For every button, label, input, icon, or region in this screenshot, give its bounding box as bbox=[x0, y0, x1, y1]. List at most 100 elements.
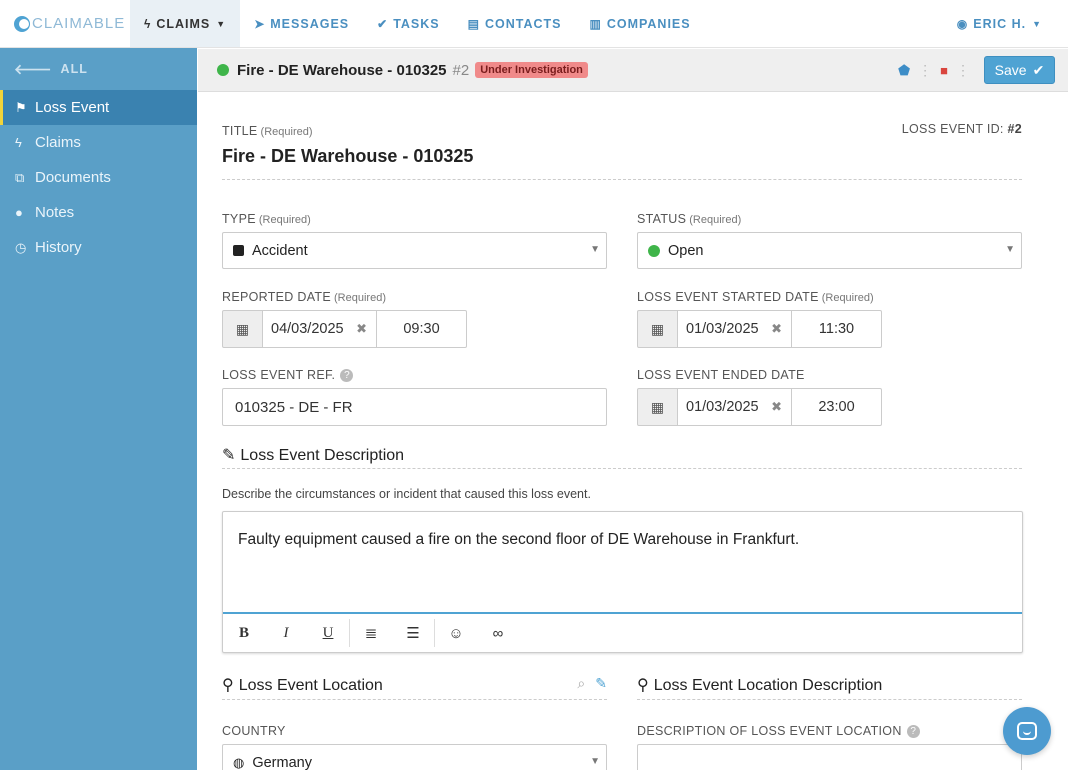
description-textarea[interactable]: Faulty equipment caused a fire on the se… bbox=[223, 512, 1022, 614]
sidebar-item-history[interactable]: ◷ History bbox=[0, 230, 197, 265]
claimable-logo[interactable]: CLAIMABLE bbox=[0, 0, 130, 47]
started-date-value: 01/03/2025 bbox=[686, 321, 759, 337]
record-header: Fire - DE Warehouse - 010325 #2 Under In… bbox=[198, 49, 1068, 92]
caret-down-icon: ▼ bbox=[590, 244, 600, 255]
loss-event-ref-group: LOSS EVENT REF.? 010325 - DE - FR bbox=[222, 366, 607, 426]
ended-date-group: LOSS EVENT ENDED DATE ▦ 01/03/2025 ✖ 23:… bbox=[637, 366, 882, 426]
nav-claims-label: CLAIMS bbox=[156, 16, 211, 31]
sidebar-item-label: Loss Event bbox=[35, 99, 110, 116]
contact-card-icon: ▤ bbox=[467, 16, 480, 31]
globe-icon: ◍ bbox=[233, 754, 245, 770]
title-field[interactable]: Fire - DE Warehouse - 010325 bbox=[222, 146, 473, 167]
divider bbox=[222, 179, 1022, 180]
trash-icon[interactable]: ■ bbox=[940, 63, 948, 78]
nav-contacts[interactable]: ▤ CONTACTS bbox=[454, 0, 576, 47]
country-field-group: COUNTRY ◍ Germany ▼ bbox=[222, 722, 607, 770]
required-hint: (Required) bbox=[689, 214, 742, 226]
check-icon: ✔ bbox=[1032, 61, 1045, 78]
chat-launcher-button[interactable] bbox=[1003, 707, 1051, 755]
reported-time-field[interactable]: 09:30 bbox=[377, 310, 467, 348]
clear-icon[interactable]: ✖ bbox=[771, 321, 782, 337]
building-icon: ▥ bbox=[589, 16, 602, 31]
required-hint: (Required) bbox=[260, 126, 313, 138]
status-dot bbox=[217, 64, 229, 76]
caret-down-icon: ▼ bbox=[216, 18, 227, 29]
started-time-field[interactable]: 11:30 bbox=[792, 310, 882, 348]
type-color-swatch bbox=[233, 245, 244, 256]
started-date-field[interactable]: 01/03/2025 ✖ bbox=[678, 310, 792, 348]
ended-date-field[interactable]: 01/03/2025 ✖ bbox=[678, 388, 792, 426]
divider bbox=[222, 468, 1022, 469]
type-select[interactable]: Accident ▼ bbox=[222, 232, 607, 269]
nav-claims[interactable]: ϟ CLAIMS ▼ bbox=[130, 0, 241, 47]
sidebar-item-documents[interactable]: ⧉ Documents bbox=[0, 160, 197, 195]
more-vertical-icon[interactable]: ⋮ bbox=[956, 62, 970, 79]
loss-event-id-label: LOSS EVENT ID: bbox=[901, 122, 1004, 136]
reported-date-field[interactable]: 04/03/2025 ✖ bbox=[263, 310, 377, 348]
started-date-group: LOSS EVENT STARTED DATE (Required) ▦ 01/0… bbox=[637, 288, 882, 348]
sidebar-item-claims[interactable]: ϟ Claims bbox=[0, 125, 197, 160]
calendar-icon[interactable]: ▦ bbox=[637, 388, 678, 426]
status-dot bbox=[648, 244, 660, 257]
user-name: ERIC H. bbox=[973, 16, 1027, 31]
started-date-input: ▦ 01/03/2025 ✖ 11:30 bbox=[637, 310, 882, 348]
bold-icon[interactable]: B bbox=[223, 614, 265, 652]
country-select[interactable]: ◍ Germany ▼ bbox=[222, 744, 607, 770]
loss-event-ref-label: LOSS EVENT REF. bbox=[222, 368, 336, 382]
calendar-icon[interactable]: ▦ bbox=[222, 310, 263, 348]
search-icon[interactable]: ⌕ bbox=[577, 675, 585, 692]
copy-icon: ⧉ bbox=[15, 169, 25, 185]
help-icon[interactable]: ? bbox=[340, 369, 354, 382]
location-description-group: DESCRIPTION OF LOSS EVENT LOCATION? bbox=[637, 722, 1022, 770]
bolt-icon: ϟ bbox=[15, 135, 22, 150]
tag-icon[interactable]: ⬟ bbox=[898, 62, 910, 79]
reported-date-input: ▦ 04/03/2025 ✖ 09:30 bbox=[222, 310, 467, 348]
help-icon[interactable]: ? bbox=[906, 725, 920, 738]
required-hint: (Required) bbox=[334, 292, 386, 304]
location-tools: ⌕ ✎ bbox=[577, 675, 607, 692]
clear-icon[interactable]: ✖ bbox=[771, 399, 782, 415]
description-heading: ✎ Loss Event Description bbox=[222, 445, 404, 465]
clear-icon[interactable]: ✖ bbox=[356, 321, 367, 337]
ordered-list-icon[interactable]: ≣ bbox=[350, 614, 392, 652]
more-vertical-icon[interactable]: ⋮ bbox=[918, 62, 932, 79]
status-select[interactable]: Open ▼ bbox=[637, 232, 1022, 269]
nav-tasks-label: TASKS bbox=[393, 16, 440, 31]
status-badge: Under Investigation bbox=[475, 62, 588, 78]
country-value: Germany bbox=[252, 754, 312, 770]
back-to-all[interactable]: 🡐 ALL bbox=[0, 48, 197, 90]
loss-event-id: LOSS EVENT ID: #2 bbox=[902, 122, 1022, 136]
location-description-heading: ⚲ Loss Event Location Description bbox=[637, 675, 882, 695]
location-description-input[interactable] bbox=[637, 744, 1022, 770]
pencil-icon: ✎ bbox=[222, 447, 236, 464]
header-actions: ⬟ ⋮ ■ ⋮ Save ✔ bbox=[898, 56, 1055, 84]
location-heading-row: ⚲ Loss Event Location ⌕ ✎ bbox=[222, 675, 607, 701]
location-heading-text: Loss Event Location bbox=[238, 677, 383, 694]
ended-time-field[interactable]: 23:00 bbox=[792, 388, 882, 426]
ended-date-value: 01/03/2025 bbox=[686, 399, 759, 415]
nav-messages[interactable]: ➤ MESSAGES bbox=[240, 0, 363, 47]
nav-contacts-label: CONTACTS bbox=[484, 16, 562, 31]
link-icon[interactable]: ∞ bbox=[477, 614, 519, 652]
nav-companies[interactable]: ▥ COMPANIES bbox=[575, 0, 704, 47]
underline-icon[interactable]: U bbox=[307, 614, 349, 652]
type-value: Accident bbox=[252, 242, 308, 259]
sidebar-item-loss-event[interactable]: ⚑ Loss Event bbox=[0, 90, 197, 125]
italic-icon[interactable]: I bbox=[265, 614, 307, 652]
loss-event-ref-input[interactable]: 010325 - DE - FR bbox=[222, 388, 607, 426]
save-button[interactable]: Save ✔ bbox=[984, 56, 1055, 84]
bullet-list-icon[interactable]: ☰ bbox=[392, 614, 434, 652]
status-field-group: STATUS (Required) Open ▼ bbox=[637, 210, 1022, 269]
status-label: STATUS bbox=[637, 212, 687, 226]
nav-tasks[interactable]: ✔ TASKS bbox=[363, 0, 454, 47]
pencil-icon[interactable]: ✎ bbox=[595, 675, 607, 692]
user-menu[interactable]: ◉ ERIC H. ▼ bbox=[943, 0, 1068, 47]
ended-date-input: ▦ 01/03/2025 ✖ 23:00 bbox=[637, 388, 882, 426]
sidebar-item-label: Documents bbox=[35, 169, 111, 186]
calendar-icon[interactable]: ▦ bbox=[637, 310, 678, 348]
required-hint: (Required) bbox=[258, 214, 311, 226]
sidebar-item-notes[interactable]: ● Notes bbox=[0, 195, 197, 230]
caret-down-icon: ▼ bbox=[590, 756, 600, 767]
emoji-icon[interactable]: ☺ bbox=[435, 614, 477, 652]
